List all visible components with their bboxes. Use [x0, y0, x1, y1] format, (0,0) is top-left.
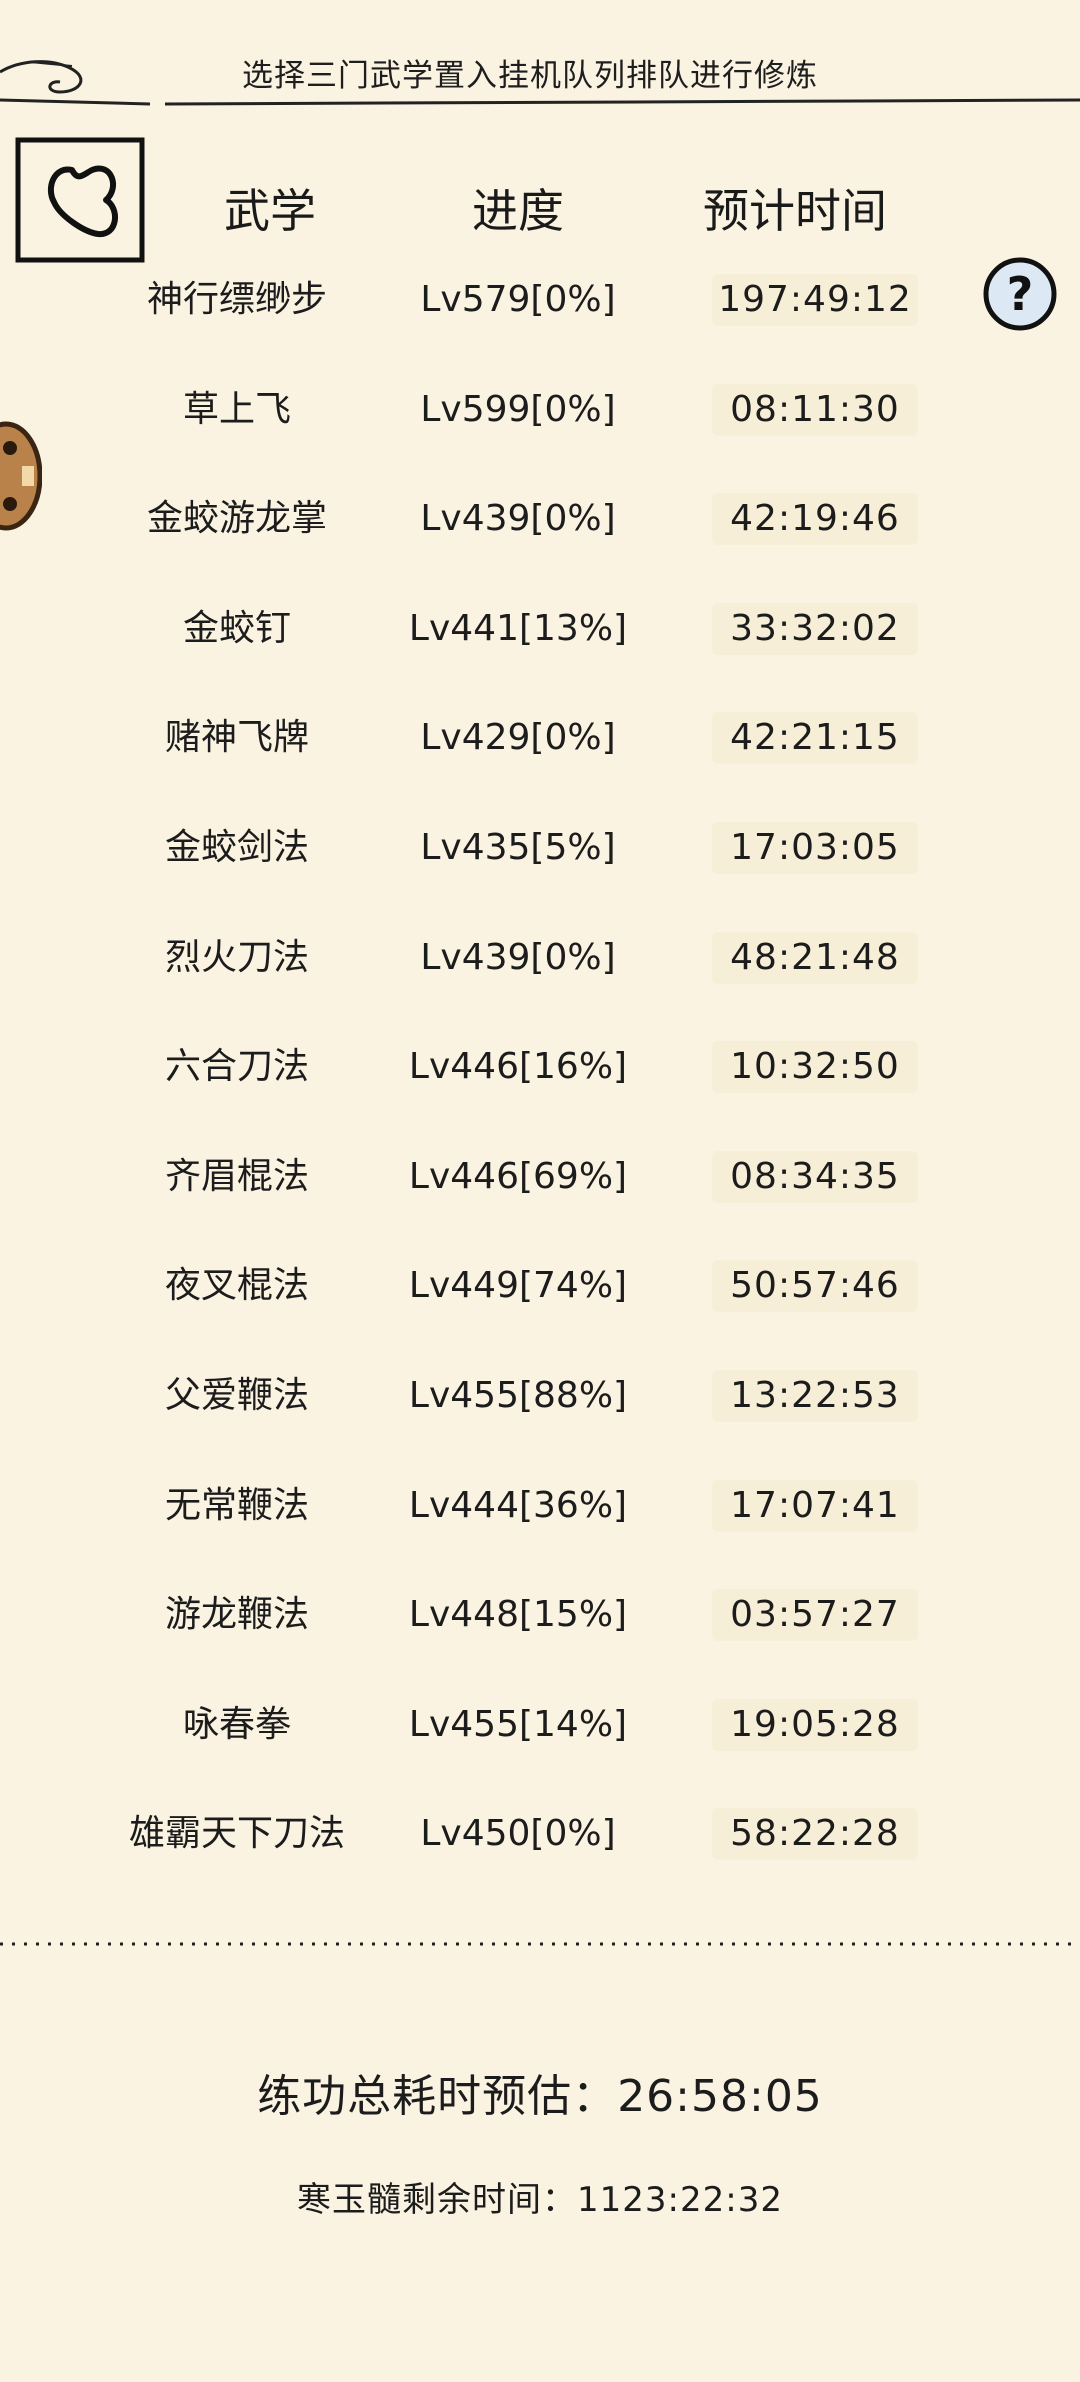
skill-time: 58:22:28	[730, 1813, 900, 1855]
skill-time: 50:57:46	[730, 1265, 900, 1307]
skill-progress: Lv444[36%]	[408, 1484, 628, 1526]
skill-progress: Lv448[15%]	[408, 1594, 628, 1636]
skill-row[interactable]: 神行缥缈步 Lv579[0%] 197:49:12	[0, 262, 1080, 372]
skill-time: 17:03:05	[730, 826, 900, 868]
skill-row[interactable]: 金蛟钉 Lv441[13%] 33:32:02	[0, 591, 1080, 701]
skill-progress: Lv446[69%]	[408, 1155, 628, 1197]
skill-progress: Lv441[13%]	[408, 607, 628, 649]
skill-name: 咏春拳	[182, 1703, 291, 1745]
skill-row[interactable]: 雄霸天下刀法 Lv450[0%] 58:22:28	[0, 1796, 1080, 1906]
total-time-estimate: 练功总耗时预估：26:58:05	[0, 2060, 1080, 2124]
skill-progress: Lv439[0%]	[420, 936, 616, 978]
skill-name: 金蛟钉	[182, 607, 291, 649]
skill-row[interactable]: 齐眉棍法 Lv446[69%] 08:34:35	[0, 1139, 1080, 1249]
skill-progress: Lv455[14%]	[408, 1703, 628, 1745]
skill-row[interactable]: 游龙鞭法 Lv448[15%] 03:57:27	[0, 1577, 1080, 1687]
skill-list: 神行缥缈步 Lv579[0%] 197:49:12 草上飞 Lv599[0%] …	[0, 262, 1080, 1906]
skill-progress: Lv449[74%]	[408, 1265, 628, 1307]
total-time-label: 练功总耗时预估：	[257, 2071, 618, 2122]
skill-time: 48:21:48	[730, 936, 900, 978]
skill-name: 父爱鞭法	[164, 1374, 309, 1416]
skill-time: 197:49:12	[718, 279, 912, 320]
skill-time: 19:05:28	[730, 1703, 900, 1745]
skill-time: 42:21:15	[730, 717, 900, 759]
skill-row[interactable]: 烈火刀法 Lv439[0%] 48:21:48	[0, 920, 1080, 1030]
skill-row[interactable]: 六合刀法 Lv446[16%] 10:32:50	[0, 1029, 1080, 1139]
remaining-time: 寒玉髓剩余时间：1123:22:32	[0, 2172, 1080, 2221]
skill-row[interactable]: 父爱鞭法 Lv455[88%] 13:22:53	[0, 1358, 1080, 1468]
skill-name: 金蛟游龙掌	[146, 498, 327, 540]
skill-row[interactable]: 金蛟游龙掌 Lv439[0%] 42:19:46	[0, 481, 1080, 591]
skill-row[interactable]: 金蛟剑法 Lv435[5%] 17:03:05	[0, 810, 1080, 920]
skill-row[interactable]: 赌神飞牌 Lv429[0%] 42:21:15	[0, 700, 1080, 810]
remaining-time-label: 寒玉髓剩余时间：	[297, 2180, 578, 2220]
skill-name: 赌神飞牌	[164, 717, 309, 759]
skill-progress: Lv429[0%]	[420, 717, 616, 759]
skill-progress: Lv579[0%]	[420, 279, 616, 320]
skill-name: 神行缥缈步	[146, 279, 327, 320]
skill-name: 烈火刀法	[164, 936, 309, 978]
skill-row[interactable]: 草上飞 Lv599[0%] 08:11:30	[0, 372, 1080, 482]
skill-progress: Lv599[0%]	[420, 388, 616, 430]
skill-time: 13:22:53	[730, 1374, 900, 1416]
skill-name: 游龙鞭法	[164, 1594, 309, 1636]
skill-time: 08:11:30	[730, 388, 900, 430]
skill-time: 03:57:27	[730, 1594, 900, 1636]
skill-progress: Lv439[0%]	[420, 498, 616, 540]
skill-name: 夜叉棍法	[164, 1265, 309, 1307]
skill-name: 草上飞	[182, 388, 291, 430]
column-header-progress: 进度	[472, 184, 564, 238]
skill-row[interactable]: 咏春拳 Lv455[14%] 19:05:28	[0, 1687, 1080, 1797]
remaining-time-value: 1123:22:32	[577, 2180, 783, 2220]
skill-time: 08:34:35	[730, 1155, 900, 1197]
column-header-time: 预计时间	[703, 184, 887, 238]
skill-row[interactable]: 夜叉棍法 Lv449[74%] 50:57:46	[0, 1248, 1080, 1358]
dotted-divider	[0, 1942, 1080, 1946]
skill-progress: Lv450[0%]	[420, 1813, 616, 1855]
skill-progress: Lv455[88%]	[408, 1374, 628, 1416]
skill-time: 42:19:46	[730, 498, 900, 540]
skill-name: 六合刀法	[164, 1046, 309, 1088]
skill-name: 齐眉棍法	[164, 1155, 309, 1197]
skill-progress: Lv446[16%]	[408, 1046, 628, 1088]
skill-time: 33:32:02	[730, 607, 900, 649]
skill-time: 10:32:50	[730, 1046, 900, 1088]
skill-name: 无常鞭法	[164, 1484, 309, 1526]
page-title: 选择三门武学置入挂机队列排队进行修炼	[242, 58, 818, 94]
skill-name: 金蛟剑法	[164, 826, 309, 868]
total-time-value: 26:58:05	[617, 2071, 823, 2122]
skill-name: 雄霸天下刀法	[128, 1813, 345, 1855]
skill-progress: Lv435[5%]	[420, 826, 616, 868]
skill-time: 17:07:41	[730, 1484, 900, 1526]
skill-row[interactable]: 无常鞭法 Lv444[36%] 17:07:41	[0, 1468, 1080, 1578]
